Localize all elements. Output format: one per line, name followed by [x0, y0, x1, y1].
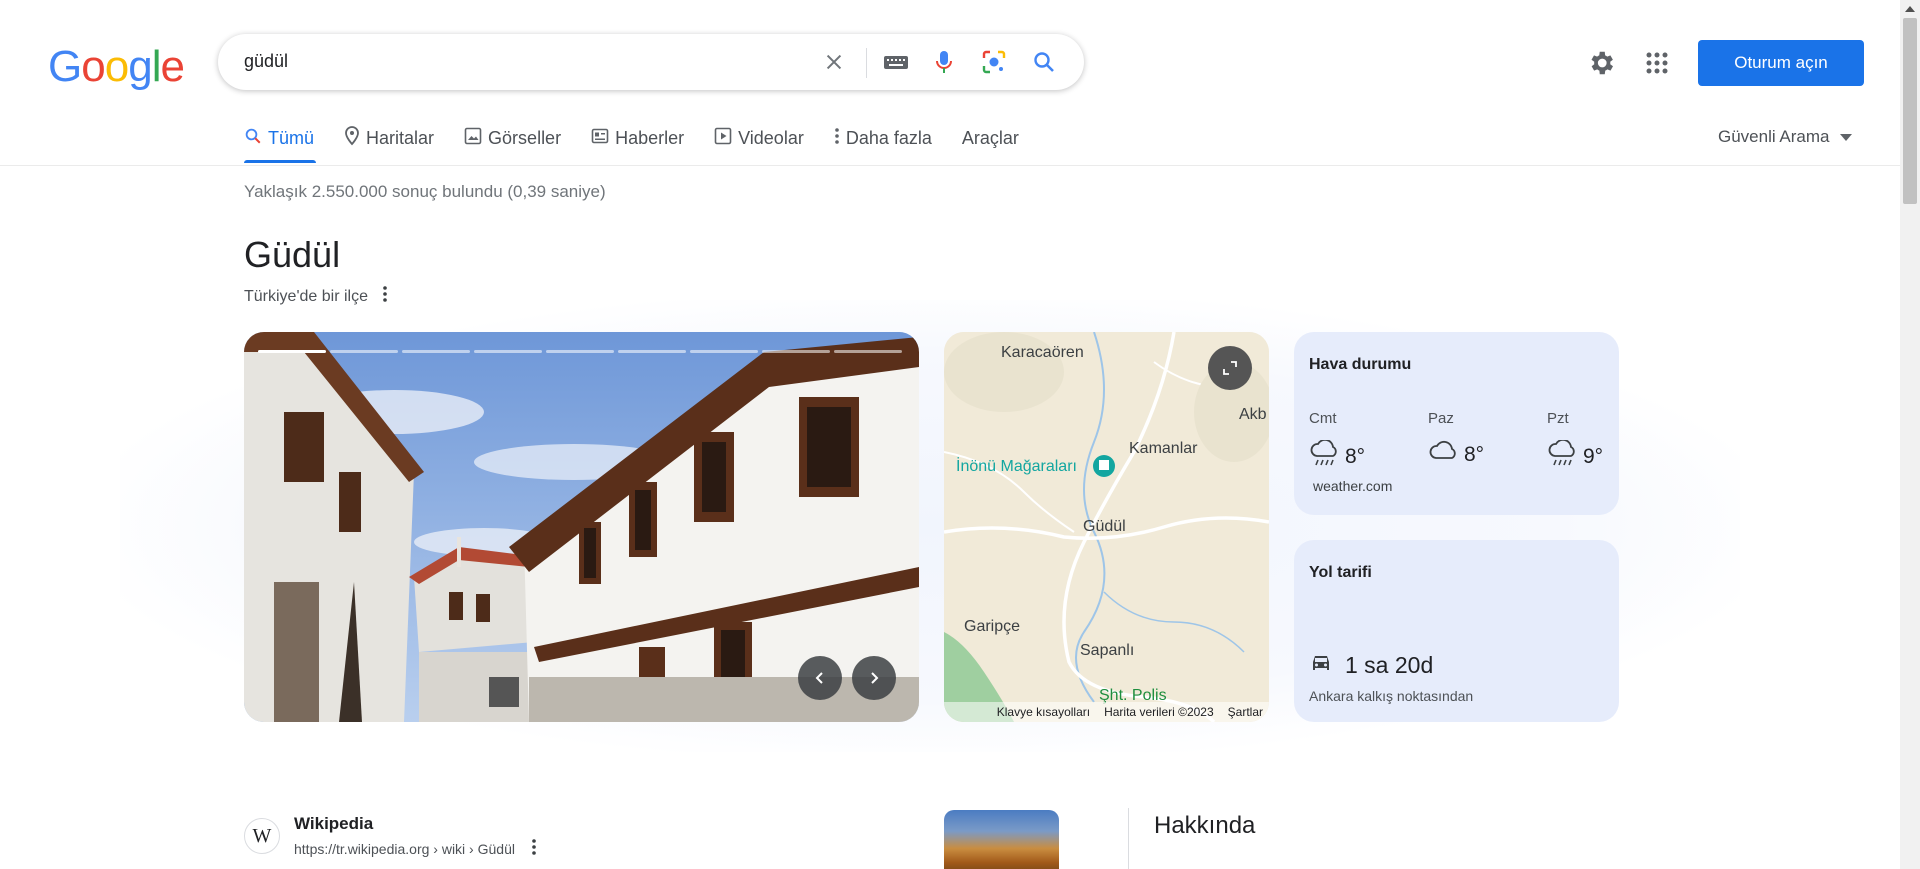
chevron-left-icon [815, 672, 823, 684]
page-scrollbar[interactable] [1900, 0, 1920, 869]
map-label: Karacaören [1001, 344, 1084, 361]
active-tab-indicator [244, 160, 316, 163]
about-title: Hakkında [1154, 812, 1256, 839]
weather-card[interactable]: Hava durumu Cmt Paz Pzt 8° 8° 9° weather… [1294, 332, 1619, 515]
lens-icon[interactable] [980, 48, 1008, 76]
map-label: Akb [1239, 406, 1267, 423]
map-footer-link[interactable]: Şartlar [1228, 705, 1263, 719]
tab-tools[interactable]: Araçlar [962, 124, 1019, 152]
news-icon [591, 127, 609, 150]
logo-letter: o [81, 42, 106, 91]
tab-all[interactable]: Tümü [244, 124, 314, 152]
car-icon [1309, 652, 1333, 679]
more-vert-icon[interactable] [531, 838, 537, 859]
result-stats: Yaklaşık 2.550.000 sonuç bulundu (0,39 s… [244, 182, 606, 201]
search-input[interactable]: güdül [244, 51, 288, 72]
cloud-icon [1428, 440, 1458, 470]
weather-day: Pzt [1547, 410, 1569, 427]
map-label: Kamanlar [1129, 440, 1198, 457]
keyboard-icon[interactable] [882, 48, 910, 76]
search-icon [244, 127, 262, 150]
tab-label: Haberler [615, 127, 685, 148]
directions-duration: 1 sa 20d [1345, 652, 1434, 678]
tab-label: Görseller [488, 127, 562, 148]
carousel-next-button[interactable] [852, 656, 896, 700]
map-label: Sapanlı [1080, 642, 1135, 659]
signin-button[interactable]: Oturum açın [1698, 40, 1864, 86]
directions-card[interactable]: Yol tarifi 1 sa 20d Ankara kalkış noktas… [1294, 540, 1619, 722]
map-card[interactable]: Karacaören Akb Kamanlar İnönü Mağaraları… [944, 332, 1269, 722]
map-expand-button[interactable] [1208, 346, 1252, 390]
settings-icon[interactable] [1586, 48, 1616, 83]
more-vert-icon [834, 127, 840, 150]
directions-origin: Ankara kalkış noktasından [1309, 688, 1474, 704]
microphone-icon[interactable] [930, 48, 958, 76]
chevron-right-icon [871, 672, 879, 684]
apps-icon[interactable] [1646, 52, 1668, 79]
search-icon[interactable] [1030, 48, 1058, 76]
tab-label: Videolar [738, 127, 804, 148]
safe-search-dropdown[interactable]: Güvenli Arama [1718, 127, 1852, 147]
tab-news[interactable]: Haberler [591, 124, 684, 152]
caret-down-icon [1839, 127, 1852, 147]
tab-label: Daha fazla [845, 127, 932, 148]
weather-forecast-item: 9° [1547, 438, 1604, 474]
weather-title: Hava durumu [1309, 356, 1412, 373]
result-url-row: https://tr.wikipedia.org › wiki › Güdül [294, 838, 537, 859]
tab-maps[interactable]: Haritalar [344, 124, 434, 152]
kp-title: Güdül [244, 234, 341, 275]
map-footer-link[interactable]: Klavye kısayolları [997, 705, 1090, 719]
safe-search-label: Güvenli Arama [1718, 127, 1830, 146]
scroll-thumb[interactable] [1903, 18, 1917, 204]
carousel-prev-button[interactable] [798, 656, 842, 700]
tabs-divider [0, 165, 1900, 166]
tab-label: Tümü [268, 127, 315, 148]
map-poi-label[interactable]: İnönü Mağaraları [956, 458, 1077, 476]
google-logo[interactable]: Google [48, 42, 185, 92]
tab-label: Araçlar [961, 127, 1019, 148]
tab-videos[interactable]: Videolar [714, 124, 804, 152]
photo-carousel[interactable] [244, 332, 919, 722]
directions-title: Yol tarifi [1309, 564, 1372, 581]
result-site-name[interactable]: Wikipedia [294, 814, 373, 834]
logo-letter: l [151, 42, 162, 91]
map-label: Garipçe [964, 618, 1021, 635]
clear-icon[interactable] [820, 48, 848, 76]
map-footer-text: Harita verileri ©2023 [1104, 705, 1214, 719]
weather-temp: 8° [1345, 445, 1366, 468]
tab-images[interactable]: Görseller [464, 124, 561, 152]
wikipedia-favicon: W [244, 818, 280, 854]
result-thumbnail[interactable] [944, 810, 1059, 869]
search-box[interactable]: güdül [218, 34, 1084, 90]
page: Google güdül Oturum açın Tümü Haritalar … [0, 0, 1920, 869]
video-icon [714, 127, 732, 150]
weather-forecast-item: 8° [1309, 438, 1366, 474]
tab-more[interactable]: Daha fazla [834, 124, 932, 152]
rain-icon [1547, 438, 1577, 474]
logo-letter: e [160, 42, 185, 91]
weather-forecast-item: 8° [1428, 440, 1484, 470]
search-tabs: Tümü Haritalar Görseller Haberler Videol… [244, 124, 1049, 166]
search-divider [866, 48, 867, 78]
map-label: Güdül [1083, 518, 1126, 535]
scroll-up-arrow-icon[interactable] [1905, 6, 1915, 12]
logo-letter: G [48, 42, 82, 91]
weather-day: Cmt [1309, 410, 1337, 427]
directions-duration-row: 1 sa 20d [1309, 652, 1433, 679]
weather-temp: 8° [1464, 443, 1485, 466]
map-footer: Klavye kısayolları Harita verileri ©2023… [944, 702, 1269, 722]
image-icon [464, 127, 482, 150]
carousel-progress [258, 350, 902, 353]
logo-letter: g [128, 42, 153, 91]
weather-temp: 9° [1583, 445, 1604, 468]
weather-day: Paz [1428, 410, 1454, 427]
rain-icon [1309, 438, 1339, 474]
weather-source[interactable]: weather.com [1313, 478, 1392, 494]
about-divider [1128, 808, 1129, 869]
tab-label: Haritalar [366, 127, 435, 148]
map-pin-icon [344, 125, 360, 151]
result-url[interactable]: https://tr.wikipedia.org › wiki › Güdül [294, 841, 515, 857]
expand-icon [1223, 361, 1237, 375]
logo-letter: o [104, 42, 130, 91]
